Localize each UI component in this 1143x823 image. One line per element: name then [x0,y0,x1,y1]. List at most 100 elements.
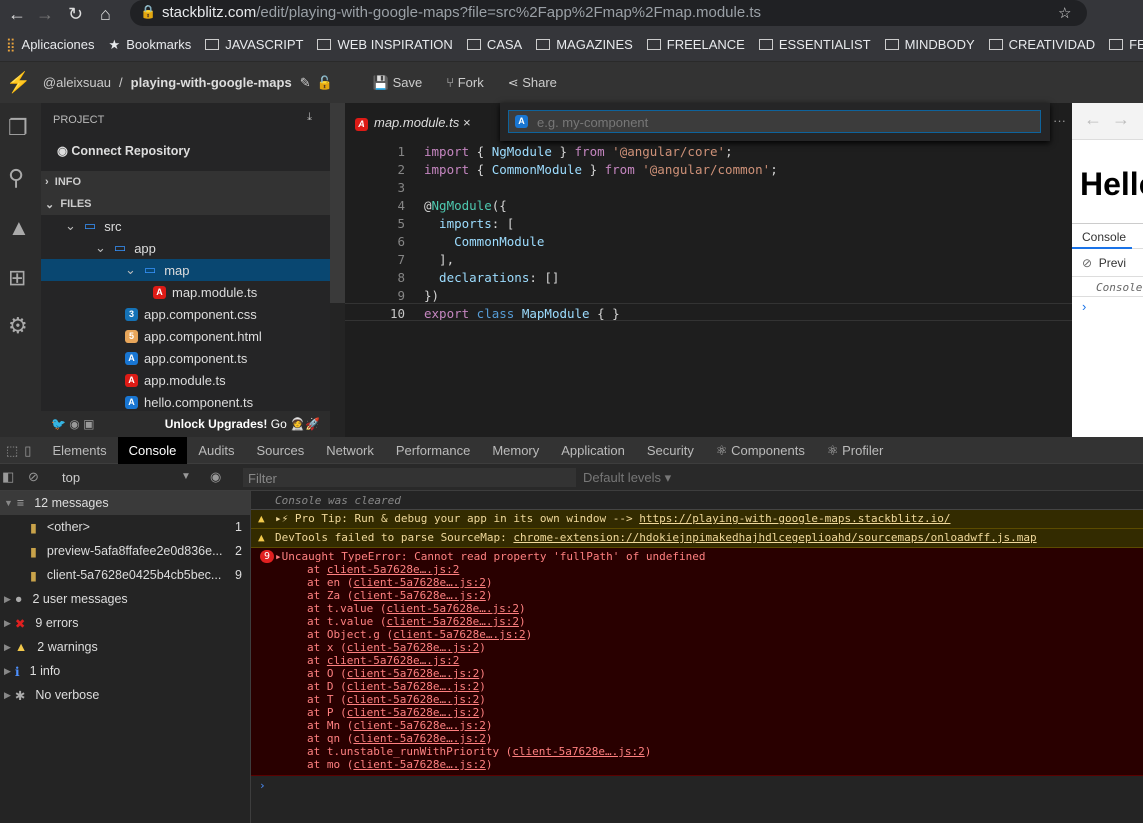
bookmark-item[interactable]: MAGAZINES [536,37,633,52]
sidebar-scrollbar[interactable] [330,103,345,303]
stack-link[interactable]: client-5a7628e….js:2 [386,602,518,615]
unlock-upgrades-link[interactable]: Unlock Upgrades! [165,417,268,431]
more-icon[interactable]: ··· [1053,113,1066,128]
console-sidebar-item[interactable]: ▼ ≡ 12 messages [0,491,250,515]
preview-console-tab[interactable]: Console [1072,223,1143,249]
tab-elements[interactable]: Elements [41,437,117,464]
stack-link[interactable]: client-5a7628e….js:2 [353,758,485,771]
sidebar-toggle-icon[interactable]: ◧ [2,469,14,485]
console-prompt-icon[interactable]: › [1072,297,1143,314]
console-sidebar-item[interactable]: ▶ ● 2 user messages [0,587,250,611]
code-line[interactable]: @NgModule({ [424,198,507,213]
console-sidebar-item[interactable]: ▶ ✖ 9 errors [0,611,250,635]
home-icon[interactable]: ⌂ [100,4,111,25]
tree-item[interactable]: Amap.module.ts [41,281,330,303]
files-icon[interactable]: ❐ [8,115,28,141]
stack-link[interactable]: client-5a7628e….js:2 [512,745,644,758]
bookmark-item[interactable]: MINDBODY [884,37,975,52]
user-link[interactable]: @aleixsuau [43,75,111,90]
stack-link[interactable]: client-5a7628e….js:2 [347,706,479,719]
edit-icon[interactable]: ✎ [300,75,311,91]
fork-button[interactable]: ⑂ Fork [446,75,483,90]
eye-icon[interactable]: ◉ [210,469,221,485]
tab-application[interactable]: Application [550,437,636,464]
tree-item[interactable]: ⌄ ▭ src [41,215,330,237]
bookmark-item[interactable]: ★ Bookmarks [109,37,192,53]
code-line[interactable]: import { NgModule } from '@angular/core'… [424,144,733,159]
stack-link[interactable]: client-5a7628e….js:2 [353,589,485,602]
stack-link[interactable]: client-5a7628e….js:2 [347,667,479,680]
tree-item[interactable]: ⌄ ▭ map [41,259,330,281]
bookmark-item[interactable]: JAVASCRIPT [205,37,303,52]
forward-icon[interactable]: → [1112,109,1130,129]
tree-item[interactable]: 3 app.component.css [41,303,330,325]
code-line[interactable]: imports: [ [424,216,514,231]
console-sidebar-item[interactable]: ▶ ▲ 2 warnings [0,635,250,659]
tree-item[interactable]: Ahello.component.ts [41,391,330,413]
tab-performance[interactable]: Performance [385,437,481,464]
files-section[interactable]: ⌄ FILES [41,193,330,215]
bookmark-item[interactable]: WEB INSPIRATION [317,37,453,52]
filter-input[interactable]: Filter [243,468,576,487]
editor-tab[interactable]: Amap.module.ts × [345,103,475,141]
code-line[interactable]: declarations: [] [424,270,559,285]
bookmark-item[interactable]: ESSENTIALIST [758,37,871,52]
code-line[interactable]: import { CommonModule } from '@angular/c… [424,162,778,177]
console-sidebar-item[interactable]: ▮ <other> 1 [0,515,250,539]
tip-link[interactable]: https://playing-with-google-maps.stackbl… [639,512,950,525]
levels-dropdown[interactable]: Default levels ▾ [583,470,671,486]
chevron-down-icon[interactable]: ⌄ [125,262,136,278]
social-icons[interactable]: 🐦 ◉ ▣ [51,417,94,431]
bookmark-item[interactable]: ⣿ Aplicaciones [6,37,95,53]
chevron-down-icon[interactable]: ⌄ [95,240,106,256]
reload-icon[interactable]: ↻ [68,4,83,25]
stack-link[interactable]: client-5a7628e….js:2 [347,641,479,654]
tab-audits[interactable]: Audits [187,437,245,464]
stack-link[interactable]: client-5a7628e….js:2 [393,628,525,641]
stack-link[interactable]: client-5a7628e….js:2 [347,680,479,693]
back-icon[interactable]: ← [1084,109,1102,129]
star-icon[interactable]: ☆ [1058,4,1071,22]
code-line[interactable]: }) [424,288,439,303]
stack-link[interactable]: client-5a7628e….js:2 [353,576,485,589]
error-text[interactable]: ▸Uncaught TypeError: Cannot read propert… [275,550,1143,563]
forward-icon[interactable]: → [36,4,54,25]
go-link[interactable]: Go [271,417,287,431]
sourcemap-link[interactable]: chrome-extension://hdokiejnpimakedhajhdl… [513,531,1036,544]
console-sidebar-item[interactable]: ▮ preview-5afa8ffafee2e0d836e... 2 [0,539,250,563]
console-sidebar-item[interactable]: ▶ ℹ 1 info [0,659,250,683]
info-section[interactable]: › INFO [41,171,330,193]
tree-item[interactable]: Aapp.component.ts [41,347,330,369]
component-name-input[interactable]: Ae.g. my-component [508,110,1041,133]
context-select[interactable]: top [62,470,80,485]
tree-item[interactable]: 5 app.component.html [41,325,330,347]
project-name[interactable]: playing-with-google-maps [131,75,292,90]
clear-console-icon[interactable]: ⊘ [28,469,39,485]
settings-gear-icon[interactable]: ⚙ [8,313,28,339]
stack-link[interactable]: client-5a7628e….js:2 [353,719,485,732]
tab-components[interactable]: ⚛ Components [705,437,816,464]
tab-console[interactable]: Console [117,436,188,464]
bookmark-item[interactable]: FREELANCE [646,37,745,52]
tab-profiler[interactable]: ⚛ Profiler [816,437,894,464]
tab-network[interactable]: Network [315,437,385,464]
inspect-icon[interactable]: ⬚ [0,437,24,464]
tab-sources[interactable]: Sources [246,437,316,464]
extensions-icon[interactable]: ⊞ [8,265,26,291]
console-prompt[interactable]: › [251,776,1143,792]
firebase-icon[interactable]: ▲ [8,215,30,241]
clear-icon[interactable]: ⊘ [1082,256,1092,270]
back-icon[interactable]: ← [8,4,26,25]
stack-link[interactable]: client-5a7628e….js:2 [327,563,459,576]
code-line[interactable]: ], [424,252,454,267]
tree-item[interactable]: ⌄ ▭ app [41,237,330,259]
lock-icon[interactable]: 🔓 [317,75,333,91]
stack-link[interactable]: client-5a7628e….js:2 [386,615,518,628]
preview-context[interactable]: Previ [1099,256,1126,270]
download-icon[interactable]: ⤓ [307,111,312,124]
stack-link[interactable]: client-5a7628e….js:2 [353,732,485,745]
console-sidebar-item[interactable]: ▮ client-5a7628e0425b4cb5bec... 9 [0,563,250,587]
bookmark-item[interactable]: FESTA [1109,37,1143,52]
search-icon[interactable]: ⚲ [8,165,24,191]
tab-security[interactable]: Security [636,437,705,464]
